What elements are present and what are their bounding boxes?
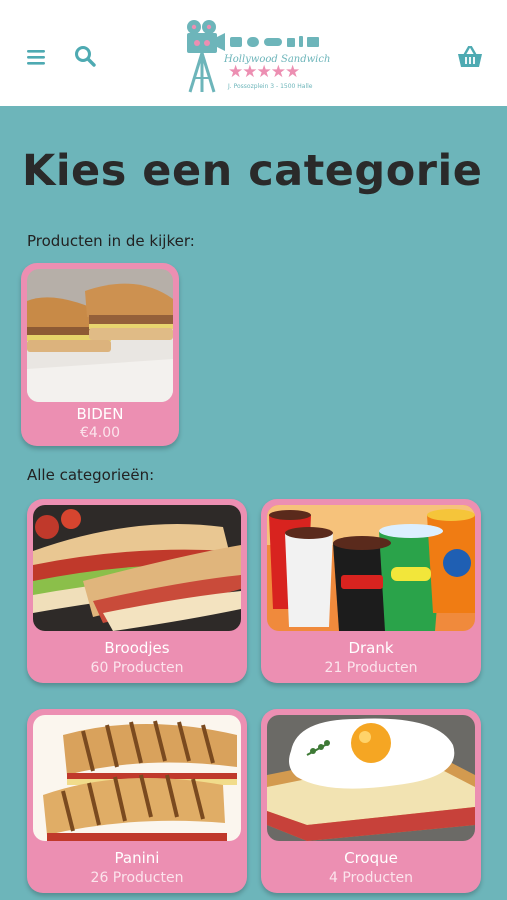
category-photo <box>33 505 241 631</box>
product-price: €4.00 <box>79 425 121 441</box>
category-count: 21 Producten <box>324 660 418 676</box>
category-card-broodjes[interactable]: Broodjes 60 Producten <box>27 499 247 683</box>
category-count: 4 Producten <box>329 870 413 886</box>
category-name: Broodjes <box>104 639 170 657</box>
hamburger-menu-icon[interactable] <box>27 48 47 66</box>
logo-address: J. Possozplein 3 - 1500 Halle <box>228 83 313 90</box>
category-count: 26 Producten <box>90 870 184 886</box>
category-name: Drank <box>348 639 394 657</box>
category-photo <box>33 715 241 841</box>
category-name: Croque <box>344 849 398 867</box>
page-title: Kies een categorie <box>22 146 483 196</box>
logo-stars: ★★★★★ <box>228 62 300 82</box>
app-header: Hollywood Sandwich ★★★★★ J. Possozplein … <box>0 0 507 106</box>
search-icon[interactable] <box>74 45 96 67</box>
product-photo <box>27 269 173 402</box>
category-count: 60 Producten <box>90 660 184 676</box>
category-card-drank[interactable]: Drank 21 Producten <box>261 499 481 683</box>
shopping-basket-icon[interactable] <box>457 45 483 68</box>
hollywood-sandwich-logo[interactable]: Hollywood Sandwich ★★★★★ J. Possozplein … <box>184 18 330 96</box>
categories-label: Alle categorieën: <box>27 466 155 484</box>
category-name: Panini <box>114 849 160 867</box>
featured-product-card[interactable]: BIDEN €4.00 <box>21 263 179 446</box>
featured-label: Producten in de kijker: <box>27 232 195 250</box>
category-photo <box>267 715 475 841</box>
product-name: BIDEN <box>76 405 124 423</box>
category-card-croque[interactable]: Croque 4 Producten <box>261 709 481 893</box>
category-photo <box>267 505 475 631</box>
category-card-panini[interactable]: Panini 26 Producten <box>27 709 247 893</box>
